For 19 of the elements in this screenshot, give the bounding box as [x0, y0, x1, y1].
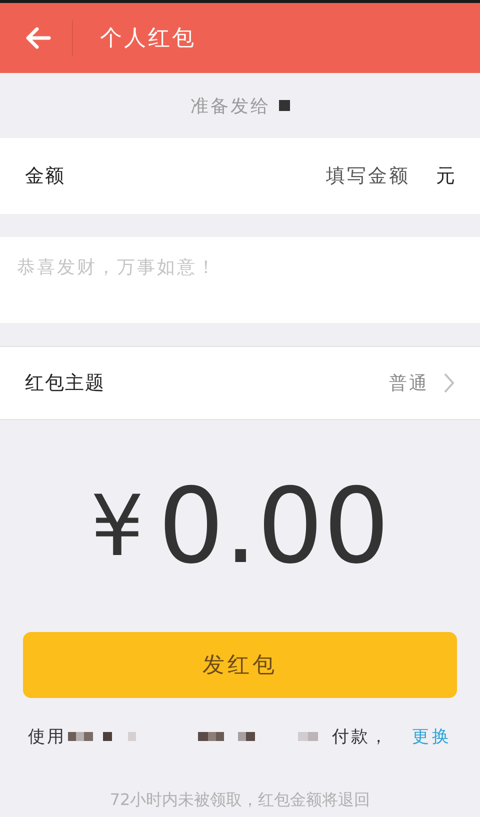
expiry-note: 72小时内未被领取，红包金额将退回	[108, 790, 372, 811]
total-amount: 0.00	[158, 465, 390, 587]
recipient-label: 准备发给	[190, 94, 270, 118]
payment-prefix: 使用	[28, 726, 66, 748]
back-arrow-icon	[25, 27, 51, 49]
payment-suffix: 付款，	[332, 726, 389, 748]
theme-value: 普通	[389, 372, 429, 395]
unit-label: 元	[436, 164, 455, 189]
mosaic-drawing	[278, 100, 290, 111]
theme-label: 红包主题	[25, 371, 106, 396]
currency-sign: ¥	[90, 477, 144, 575]
screen-title: 个人红包	[100, 25, 196, 53]
amount-label: 金额	[25, 164, 65, 189]
theme-row[interactable]: 红包主题 普通	[0, 346, 480, 420]
chevron-right-icon	[443, 372, 455, 394]
change-link[interactable]: 更换	[412, 724, 452, 748]
send-button[interactable]: 发红包	[23, 632, 457, 698]
message-field[interactable]: 恭喜发财，万事如意！	[0, 237, 480, 323]
amount-field[interactable]: 填写金额	[65, 164, 412, 188]
